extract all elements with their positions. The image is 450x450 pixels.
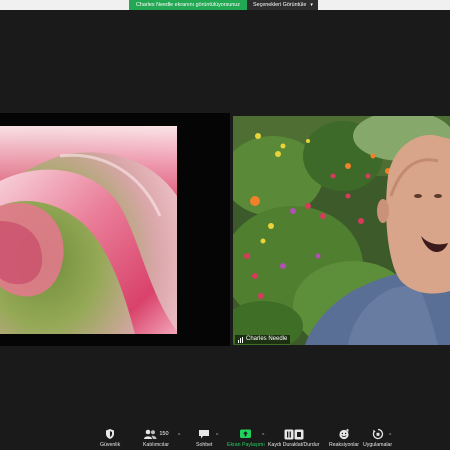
share-caret-icon[interactable]: ^ xyxy=(262,433,264,439)
meeting-toolbar: Güvenlik 150 Katılımcılar ^ Sohbet ^ Ekr… xyxy=(0,420,450,450)
apps-icon xyxy=(372,428,384,440)
view-options-button[interactable]: Seçenekleri Görüntüle ▾ xyxy=(246,0,318,10)
apps-button[interactable]: Uygulamalar xyxy=(363,428,392,448)
participants-icon-group: 150 xyxy=(143,428,169,440)
record-label: Kaydı Duraklat/Durdur xyxy=(268,442,320,448)
shield-icon xyxy=(104,428,116,440)
garden-background-image xyxy=(233,116,450,345)
apps-label: Uygulamalar xyxy=(363,442,393,448)
chat-button[interactable]: Sohbet xyxy=(196,428,212,448)
apps-caret-icon[interactable]: ^ xyxy=(389,433,391,439)
participants-label: Katılımcılar xyxy=(143,442,169,448)
pause-stop-icon xyxy=(284,428,304,440)
view-options-label: Seçenekleri Görüntüle xyxy=(252,2,307,8)
chat-icon xyxy=(198,428,210,440)
participant-video[interactable]: Charles Needle xyxy=(233,116,450,345)
participants-count: 150 xyxy=(159,431,169,437)
security-button[interactable]: Güvenlik xyxy=(100,428,120,448)
share-screen-icon xyxy=(239,428,252,440)
people-icon xyxy=(144,429,157,439)
share-screen-label: Ekran Paylaşımı xyxy=(227,442,265,448)
reactions-button[interactable]: Reaksiyonlar xyxy=(329,428,359,448)
reactions-label: Reaksiyonlar xyxy=(329,442,359,448)
participants-button[interactable]: 150 Katılımcılar xyxy=(143,428,169,448)
participants-caret-icon[interactable]: ^ xyxy=(178,433,180,439)
share-screen-button[interactable]: Ekran Paylaşımı xyxy=(227,428,265,448)
flower-closeup-image xyxy=(0,126,177,334)
shared-screen xyxy=(0,113,230,346)
security-label: Güvenlik xyxy=(100,442,121,448)
record-pause-stop-button[interactable]: Kaydı Duraklat/Durdur xyxy=(268,428,319,448)
emoji-icon xyxy=(338,428,350,440)
share-banner: Charles Needle ekranını görüntülüyorsunu… xyxy=(129,0,318,10)
participant-name: Charles Needle xyxy=(246,336,288,342)
chat-caret-icon[interactable]: ^ xyxy=(216,433,218,439)
chat-label: Sohbet xyxy=(196,442,213,448)
chevron-down-icon: ▾ xyxy=(310,2,313,8)
share-status-text: Charles Needle ekranını görüntülüyorsunu… xyxy=(129,0,247,10)
participant-name-label: Charles Needle xyxy=(235,335,291,344)
audio-level-icon xyxy=(238,336,243,343)
